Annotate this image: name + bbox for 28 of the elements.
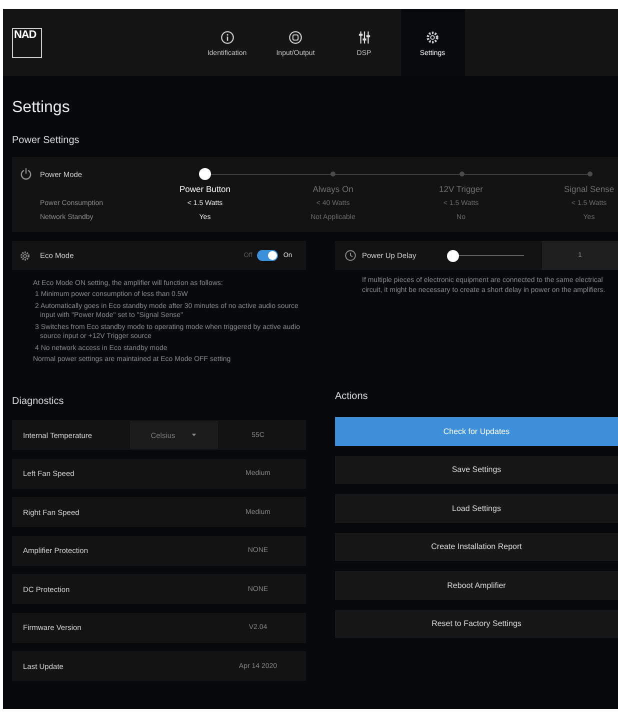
power-mode-option[interactable]: Always On bbox=[312, 184, 354, 194]
section-heading: Diagnostics bbox=[12, 396, 65, 408]
action-button[interactable]: Create Installation Report bbox=[335, 532, 618, 561]
gear-icon bbox=[20, 250, 30, 260]
slider-stop-icon[interactable] bbox=[330, 172, 336, 176]
action-button[interactable]: Reboot Amplifier bbox=[335, 571, 618, 600]
power-icon bbox=[20, 168, 32, 180]
slider-stop-icon[interactable] bbox=[459, 172, 464, 176]
socket-icon bbox=[289, 30, 302, 44]
slider-thumb[interactable] bbox=[447, 250, 459, 262]
sliders-icon bbox=[358, 30, 370, 44]
page-title: Settings bbox=[12, 98, 71, 118]
action-button[interactable]: Save Settings bbox=[335, 456, 618, 484]
section-heading: Actions bbox=[335, 391, 369, 403]
power-mode-option[interactable]: Power Button bbox=[179, 184, 231, 194]
section-heading: Power Settings bbox=[12, 135, 80, 147]
settings-icon bbox=[426, 30, 439, 44]
slider-thumb[interactable] bbox=[199, 168, 211, 180]
power-mode-option[interactable]: Signal Sense bbox=[564, 184, 614, 194]
action-button[interactable]: Load Settings bbox=[335, 494, 618, 522]
slider-stop-icon[interactable] bbox=[588, 172, 592, 176]
clock-icon bbox=[345, 250, 356, 261]
brand-logo: NAD bbox=[12, 28, 42, 58]
power-mode-option[interactable]: 12V Trigger bbox=[439, 184, 483, 194]
caret-icon bbox=[191, 432, 198, 438]
info-icon bbox=[220, 30, 234, 44]
action-button[interactable]: Reset to Factory Settings bbox=[335, 610, 618, 638]
eco-mode-toggle[interactable] bbox=[257, 250, 278, 261]
